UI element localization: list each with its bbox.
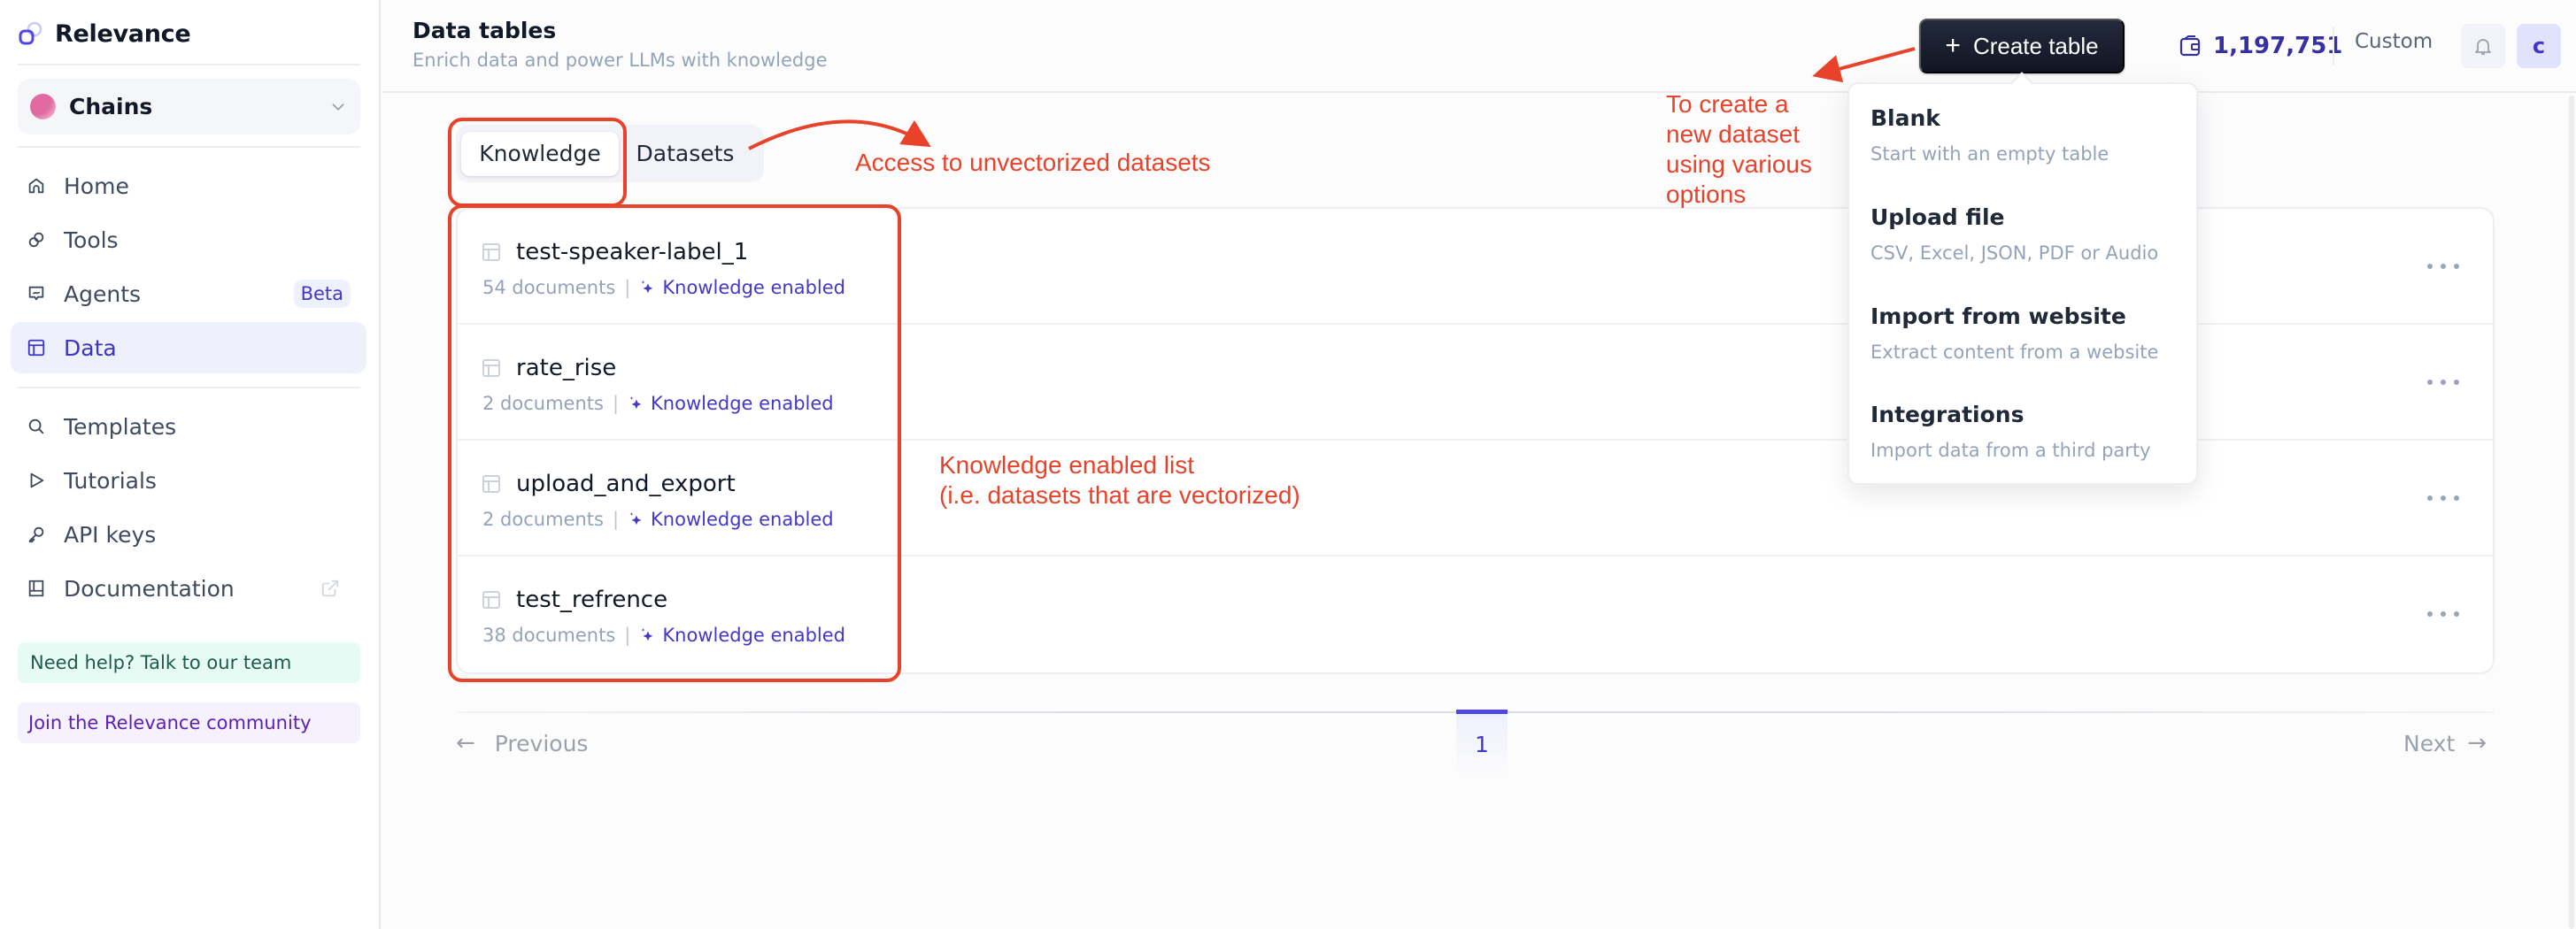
- menu-item-title: Blank: [1870, 105, 1940, 131]
- menu-item-description: CSV, Excel, JSON, PDF or Audio: [1870, 242, 2159, 264]
- divider: [18, 146, 360, 148]
- workspace-selector[interactable]: Chains: [18, 79, 360, 134]
- agents-icon: [27, 284, 46, 303]
- menu-item-description: Import data from a third party: [1870, 440, 2151, 461]
- search-icon: [27, 417, 46, 436]
- arrow-right-icon: →: [2467, 730, 2487, 756]
- page-title: Data tables: [413, 18, 557, 43]
- bell-icon: [2475, 39, 2491, 55]
- annotation-line: To create a: [1666, 90, 1789, 118]
- chevron-down-icon: [332, 103, 344, 111]
- page-header: Data tables Enrich data and power LLMs w…: [382, 0, 2576, 93]
- sidebar-item-label: Tutorials: [64, 467, 157, 494]
- sidebar-item-label: Tools: [64, 226, 119, 253]
- row-more-button[interactable]: [2427, 603, 2459, 625]
- page-number[interactable]: 1: [1456, 732, 1508, 757]
- notifications-button[interactable]: [2461, 24, 2505, 68]
- sidebar: Relevance Chains Home Tools Agents Beta …: [0, 0, 381, 929]
- create-table-menu: Blank Start with an empty table Upload f…: [1847, 82, 2198, 485]
- menu-item-import-website[interactable]: Import from website Extract content from…: [1870, 303, 2171, 363]
- sidebar-item-data[interactable]: Data: [11, 322, 366, 373]
- menu-item-description: Start with an empty table: [1870, 143, 2109, 165]
- annotation-line: using various: [1666, 150, 1812, 178]
- tab-datasets[interactable]: Datasets: [619, 132, 752, 176]
- active-page-indicator: [1456, 710, 1508, 714]
- annotation-knowledge-note: Knowledge enabled list (i.e. datasets th…: [939, 450, 1300, 511]
- divider: [18, 387, 360, 388]
- sidebar-item-home[interactable]: Home: [11, 160, 366, 211]
- book-icon: [27, 579, 46, 598]
- wallet-icon: [2179, 35, 2201, 57]
- credits-value: 1,197,751: [2213, 33, 2343, 59]
- tools-icon: [27, 230, 46, 250]
- previous-label: Previous: [494, 730, 589, 756]
- sidebar-item-label: Agents: [64, 280, 142, 307]
- play-icon: [27, 471, 46, 490]
- annotation-line: options: [1666, 180, 1747, 208]
- divider: [18, 64, 360, 65]
- sidebar-item-label: Home: [64, 173, 129, 199]
- scrollbar[interactable]: [2569, 96, 2574, 929]
- user-avatar[interactable]: c: [2517, 24, 2561, 68]
- annotation-line: (i.e. datasets that are vectorized): [939, 481, 1300, 509]
- sidebar-item-documentation[interactable]: Documentation: [11, 563, 366, 614]
- annotation-datasets-note: Access to unvectorized datasets: [855, 149, 1211, 176]
- row-more-button[interactable]: [2427, 488, 2459, 509]
- arrow-left-icon: ←: [456, 730, 475, 756]
- table-icon: [27, 338, 46, 357]
- brand-name: Relevance: [55, 19, 191, 48]
- external-link-icon: [321, 580, 339, 597]
- page-subtitle: Enrich data and power LLMs with knowledg…: [413, 50, 828, 71]
- sidebar-item-label: API keys: [64, 521, 157, 548]
- sidebar-item-tools[interactable]: Tools: [11, 214, 366, 265]
- community-link[interactable]: Join the Relevance community: [18, 703, 360, 743]
- annotation-line: new dataset: [1666, 120, 1800, 148]
- annotation-line: Knowledge enabled list: [939, 451, 1194, 479]
- workspace-avatar: [30, 94, 56, 119]
- previous-page-button[interactable]: ← Previous: [456, 730, 588, 756]
- relevance-logo-icon: [19, 21, 42, 45]
- create-table-button[interactable]: + Create table: [1919, 19, 2125, 73]
- sidebar-item-tutorials[interactable]: Tutorials: [11, 455, 366, 506]
- beta-badge: Beta: [293, 280, 351, 308]
- header-divider: [2333, 27, 2334, 65]
- plan-label[interactable]: Custom: [2355, 30, 2433, 53]
- sidebar-item-templates[interactable]: Templates: [11, 401, 366, 452]
- row-more-button[interactable]: [2427, 256, 2459, 277]
- sidebar-item-api-keys[interactable]: API keys: [11, 509, 366, 560]
- menu-item-title: Import from website: [1870, 303, 2126, 329]
- plus-icon: +: [1945, 31, 1961, 60]
- menu-item-title: Upload file: [1870, 204, 2005, 230]
- annotation-create-note: To create a new dataset using various op…: [1666, 89, 1812, 210]
- sidebar-item-label: Data: [64, 334, 117, 361]
- primary-nav: Home Tools Agents Beta Data: [11, 160, 366, 376]
- credits-display[interactable]: 1,197,751: [2179, 27, 2342, 65]
- annotation-box-knowledge-list: [448, 204, 901, 682]
- annotation-arrow-datasets: [748, 119, 931, 150]
- sidebar-item-agents[interactable]: Agents Beta: [11, 268, 366, 319]
- menu-item-blank[interactable]: Blank Start with an empty table: [1870, 105, 2171, 165]
- home-icon: [27, 176, 46, 196]
- annotation-box-knowledge-tab: [448, 118, 627, 207]
- menu-item-upload-file[interactable]: Upload file CSV, Excel, JSON, PDF or Aud…: [1870, 204, 2171, 264]
- brand-logo[interactable]: Relevance: [18, 16, 191, 51]
- workspace-name: Chains: [69, 94, 153, 119]
- create-table-label: Create table: [1972, 32, 2099, 59]
- next-page-button[interactable]: Next →: [2403, 730, 2487, 756]
- menu-item-integrations[interactable]: Integrations Import data from a third pa…: [1870, 402, 2171, 461]
- menu-item-description: Extract content from a website: [1870, 342, 2159, 363]
- sidebar-item-label: Templates: [64, 413, 177, 440]
- secondary-nav: Templates Tutorials API keys Documentati…: [11, 401, 366, 617]
- menu-item-title: Integrations: [1870, 402, 2025, 427]
- next-label: Next: [2403, 730, 2456, 756]
- row-more-button[interactable]: [2427, 372, 2459, 393]
- help-link[interactable]: Need help? Talk to our team: [18, 642, 360, 683]
- key-icon: [27, 525, 46, 544]
- sidebar-item-label: Documentation: [64, 575, 235, 602]
